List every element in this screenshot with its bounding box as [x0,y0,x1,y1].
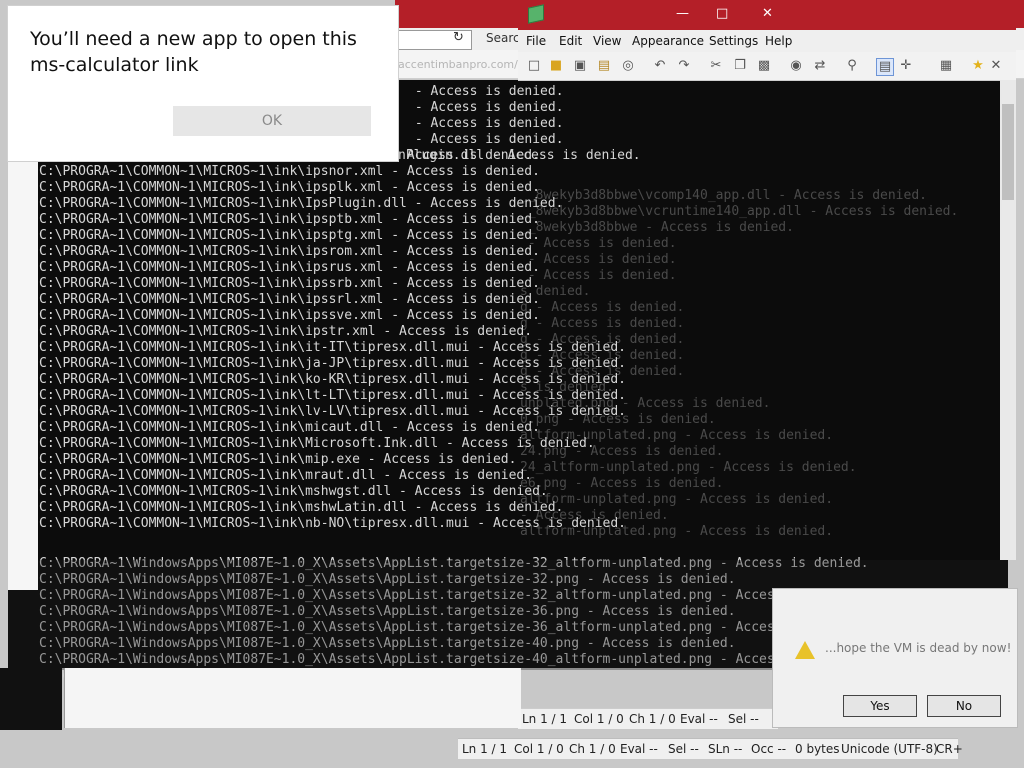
print-icon[interactable]: ◎ [620,58,636,74]
new-file-icon[interactable]: □ [526,58,542,74]
editor-titlebar: — □ ✕ [518,0,1016,30]
align-icon[interactable]: ✛ [898,58,914,74]
maximize-icon[interactable]: □ [716,6,728,21]
close-icon[interactable]: ✕ [762,6,773,21]
scrollbar-thumb[interactable] [1002,104,1014,200]
editor-statusbar: Ln 1 / 1 Col 1 / 0 Ch 1 / 0 Eval -- Sel … [518,708,778,729]
popup-title: You’ll need a new app to open this ms-ca… [30,28,357,76]
status-col: Col 1 / 0 [574,712,624,726]
status-ch: Ch 1 / 0 [629,712,676,726]
background-statusbar: Ln 1 / 1 Col 1 / 0 Ch 1 / 0 Eval -- Sel … [458,738,963,759]
dialog-message: ...hope the VM is dead by now! [825,641,1012,655]
terminal-edge [0,668,62,730]
message-dialog: ...hope the VM is dead by now! Yes No [772,588,1018,728]
cut-icon[interactable]: ✂ [708,58,724,74]
app-needed-popup: You’ll need a new app to open this ms-ca… [7,5,399,162]
status-ch: Ch 1 / 0 [569,742,616,756]
redo-icon[interactable]: ↷ [676,58,692,74]
status-eval: Eval -- [620,742,658,756]
undo-icon[interactable]: ↶ [652,58,668,74]
status-encoding: Unicode (UTF-8) [841,742,938,756]
copy-icon[interactable]: ❐ [732,58,748,74]
editor-menubar: File Edit View Appearance Settings Help [518,30,1016,53]
editor-toolbar: □ ■ ▣ ▤ ◎ ↶ ↷ ✂ ❐ ▩ ◉ ⇄ ⚲ ▤ ✛ ▦ ★ ✕ [518,52,1016,81]
save-all-icon[interactable]: ▤ [596,58,612,74]
status-line: Ln 1 / 1 [522,712,568,726]
warning-icon [795,641,815,659]
status-sel: Sel -- [668,742,699,756]
status-sel: Sel -- [728,712,759,726]
minimize-icon[interactable]: — [676,6,689,21]
status-occ: Occ -- [751,742,787,756]
word-wrap-icon[interactable]: ▤ [876,58,894,76]
favorite-star-icon[interactable]: ★ [970,58,986,74]
close-icon[interactable]: ✕ [988,58,1004,74]
replace-icon[interactable]: ⇄ [812,58,828,74]
app-icon [528,4,544,24]
status-eval: Eval -- [680,712,718,726]
status-bytes: 0 bytes [795,742,840,756]
status-line: Ln 1 / 1 [462,742,508,756]
document-area [64,668,521,728]
status-eol: CR+ [936,742,963,756]
zoom-icon[interactable]: ⚲ [844,58,860,74]
popup-edge [8,160,38,590]
menu-appearance[interactable]: Appearance [632,34,704,48]
scheme-icon[interactable]: ▦ [938,58,954,74]
menu-file[interactable]: File [526,34,546,48]
menu-view[interactable]: View [593,34,621,48]
no-button[interactable]: No [927,695,1001,717]
url-text: accentimbanpro.com/ [398,58,518,71]
paste-icon[interactable]: ▩ [756,58,772,74]
menu-edit[interactable]: Edit [559,34,582,48]
open-folder-icon[interactable]: ■ [548,58,564,74]
refresh-icon[interactable]: ↻ [453,30,464,45]
status-col: Col 1 / 0 [514,742,564,756]
menu-help[interactable]: Help [765,34,792,48]
vertical-scrollbar[interactable] [1000,80,1016,560]
menu-settings[interactable]: Settings [709,34,758,48]
save-icon[interactable]: ▣ [572,58,588,74]
yes-button[interactable]: Yes [843,695,917,717]
find-icon[interactable]: ◉ [788,58,804,74]
ok-button[interactable]: OK [173,106,371,136]
status-sln: SLn -- [708,742,743,756]
